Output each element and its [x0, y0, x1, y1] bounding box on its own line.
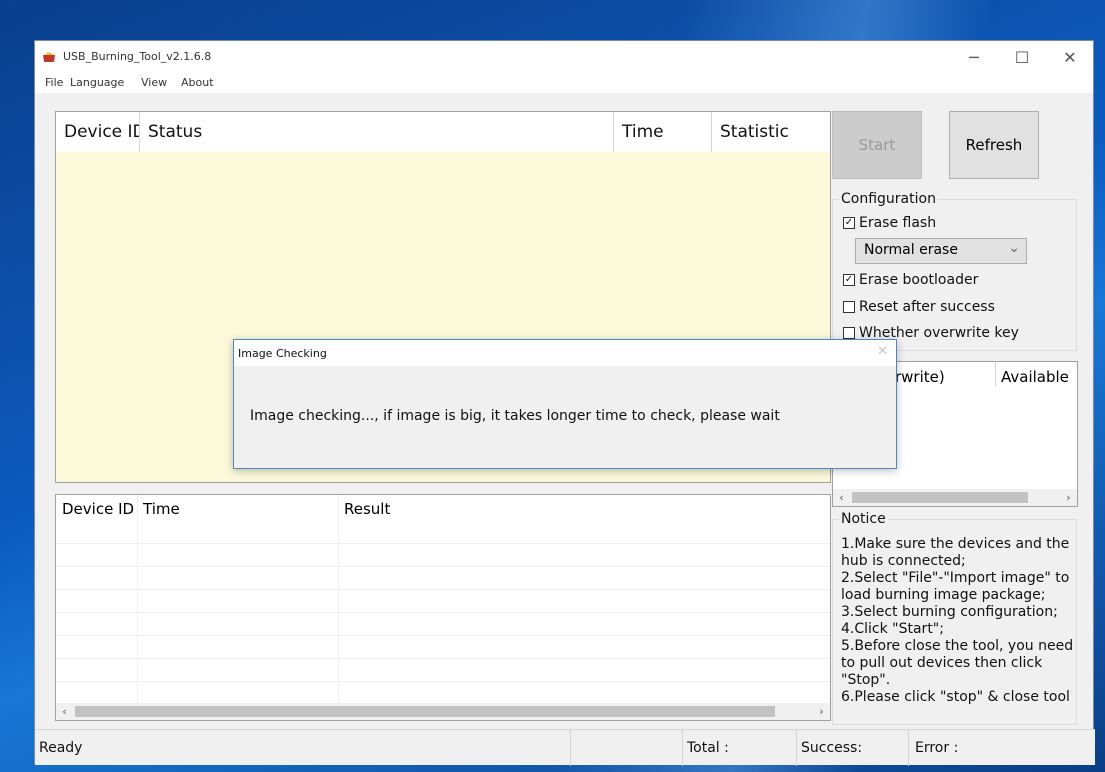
minimize-button[interactable]: ─ [951, 45, 997, 69]
notice-group: Notice 1.Make sure the devices and the h… [832, 511, 1077, 725]
status-empty [571, 730, 683, 766]
key-horizontal-scrollbar[interactable]: ‹ › [833, 489, 1077, 506]
grid-line [56, 681, 830, 682]
erase-mode-select[interactable]: Normal erase ⌄ [855, 238, 1027, 264]
checkbox-checked-icon: ✓ [843, 274, 855, 286]
grid-line [56, 543, 830, 544]
column-statistic[interactable]: Statistic [712, 112, 830, 152]
grid-line [56, 635, 830, 636]
column-device-id[interactable]: Device ID [56, 112, 140, 152]
status-total: Total : [683, 730, 797, 766]
checkbox-unchecked-icon [843, 301, 855, 313]
result-column-device-id[interactable]: Device ID [62, 500, 134, 518]
title-bar: USB_Burning_Tool_v2.1.6.8 ─ ☐ ✕ [35, 41, 1093, 73]
grid-line [56, 589, 830, 590]
start-button[interactable]: Start [832, 111, 922, 179]
close-button[interactable]: ✕ [1047, 45, 1093, 69]
close-icon: ✕ [1063, 47, 1077, 67]
menu-view[interactable]: View [141, 76, 167, 89]
grid-line [338, 495, 339, 705]
result-horizontal-scrollbar[interactable]: ‹ › [56, 703, 830, 720]
dialog-title: Image Checking [238, 347, 327, 360]
configuration-group: Configuration ✓ Erase flash Normal erase… [832, 191, 1077, 351]
key-column-overwrite[interactable]: rwrite) [895, 368, 945, 386]
minimize-icon: ─ [969, 47, 979, 67]
app-icon [43, 52, 55, 62]
notice-line: 3.Select burning configuration; [841, 604, 1058, 620]
menu-bar: File Language View About [35, 73, 1093, 93]
status-bar: Ready Total : Success: Error : [35, 729, 1095, 766]
status-error: Error : [915, 740, 959, 756]
erase-flash-label: Erase flash [859, 215, 937, 231]
scroll-thumb[interactable] [75, 706, 775, 717]
notice-line: 1.Make sure the devices and the hub is c… [841, 536, 1070, 569]
grid-line [137, 495, 138, 705]
configuration-title: Configuration [839, 191, 938, 207]
notice-line: 4.Click "Start"; [841, 621, 944, 637]
dialog-message: Image checking..., if image is big, it t… [250, 408, 780, 424]
result-column-time[interactable]: Time [143, 500, 180, 518]
image-checking-dialog: Image Checking ✕ Image checking..., if i… [233, 339, 897, 469]
menu-about[interactable]: About [181, 76, 214, 89]
notice-line: 6.Please click "stop" & close tool [841, 689, 1070, 705]
grid-line [56, 612, 830, 613]
scroll-left-icon[interactable]: ‹ [56, 703, 73, 720]
chevron-down-icon: ⌄ [1008, 240, 1020, 256]
result-column-result[interactable]: Result [344, 500, 390, 518]
result-table[interactable]: Device ID Time Result ‹ › [55, 494, 831, 721]
column-status[interactable]: Status [140, 112, 614, 152]
notice-text: 1.Make sure the devices and the hub is c… [841, 536, 1077, 706]
scroll-right-icon[interactable]: › [813, 703, 830, 720]
erase-mode-value: Normal erase [864, 242, 958, 258]
menu-language[interactable]: Language [70, 76, 124, 89]
grid-line [56, 566, 830, 567]
checkbox-unchecked-icon [843, 327, 855, 339]
checkbox-checked-icon: ✓ [843, 217, 855, 229]
scroll-right-icon[interactable]: › [1060, 489, 1077, 506]
notice-line: 5.Before close the tool, you need to pul… [841, 638, 1074, 688]
grid-line [56, 658, 830, 659]
erase-bootloader-checkbox[interactable]: ✓ Erase bootloader [843, 272, 978, 288]
notice-line: 2.Select "File"-"Import image" to load b… [841, 570, 1070, 603]
key-column-available[interactable]: Available [1001, 368, 1069, 386]
maximize-icon: ☐ [1014, 47, 1030, 67]
maximize-button[interactable]: ☐ [999, 45, 1045, 69]
refresh-button[interactable]: Refresh [949, 111, 1039, 179]
erase-bootloader-label: Erase bootloader [859, 272, 979, 288]
dialog-close-icon[interactable]: ✕ [877, 344, 888, 359]
column-time[interactable]: Time [614, 112, 712, 152]
dialog-title-bar: Image Checking ✕ [234, 340, 896, 366]
scroll-left-icon[interactable]: ‹ [833, 489, 850, 506]
reset-after-success-checkbox[interactable]: Reset after success [843, 299, 995, 315]
erase-flash-checkbox[interactable]: ✓ Erase flash [843, 215, 936, 231]
window-title: USB_Burning_Tool_v2.1.6.8 [63, 50, 212, 63]
grid-line [995, 362, 996, 386]
status-success: Success: [797, 730, 909, 766]
scroll-thumb[interactable] [852, 492, 1028, 503]
reset-after-success-label: Reset after success [859, 299, 995, 315]
notice-title: Notice [839, 511, 888, 527]
status-ready: Ready [35, 730, 571, 766]
menu-file[interactable]: File [45, 76, 63, 89]
